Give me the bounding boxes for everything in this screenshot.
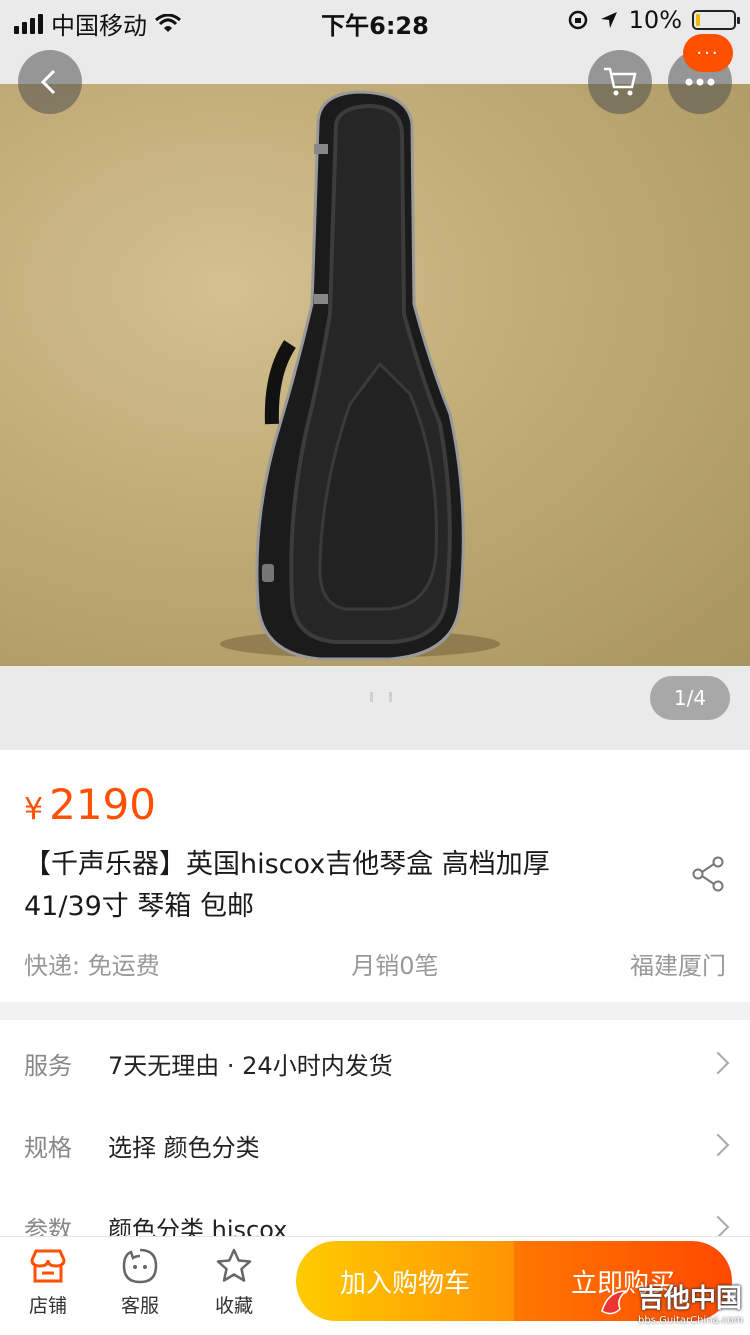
- option-params[interactable]: 参数 颜色分类 hiscox: [0, 1186, 750, 1240]
- service-icon: [122, 1248, 158, 1284]
- shop-label: 店铺: [28, 1295, 67, 1317]
- favorite-tab[interactable]: 收藏: [194, 1243, 274, 1329]
- back-button[interactable]: [18, 50, 82, 114]
- shop-tab[interactable]: 店铺: [8, 1243, 88, 1329]
- rotation-lock-icon: [568, 10, 587, 30]
- location-icon: [600, 12, 617, 28]
- option-spec[interactable]: 规格 选择 颜色分类: [0, 1104, 750, 1186]
- back-icon: [40, 69, 56, 95]
- chevron-right-icon: [706, 1133, 730, 1157]
- battery-percent: 10%: [628, 6, 682, 34]
- option-key: 服务: [24, 1051, 72, 1080]
- product-gallery[interactable]: 1/4: [0, 0, 750, 750]
- battery-icon: [692, 10, 740, 30]
- watermark-url: bbs.GuitarChina.com: [638, 1315, 744, 1326]
- shipping-info: 快递: 免运费: [24, 952, 160, 980]
- monthly-sales: 月销0笔: [351, 952, 439, 980]
- options-panel: 服务 7天无理由 · 24小时内发货 规格 选择 颜色分类 参数 颜色分类 hi…: [0, 1020, 750, 1240]
- price-value: 2190: [49, 780, 156, 829]
- option-value: 7天无理由 · 24小时内发货: [108, 1051, 393, 1080]
- option-value: 选择 颜色分类: [108, 1133, 260, 1162]
- favorite-label: 收藏: [214, 1295, 253, 1317]
- status-bar: 中国移动 下午6:28 10%: [0, 0, 750, 40]
- product-meta: 快递: 免运费 月销0笔 福建厦门: [24, 946, 726, 981]
- cart-button[interactable]: [588, 50, 652, 114]
- price: ¥2190: [24, 780, 156, 829]
- product-photo[interactable]: [0, 84, 750, 666]
- share-icon[interactable]: [690, 854, 726, 894]
- option-service[interactable]: 服务 7天无理由 · 24小时内发货: [0, 1022, 750, 1104]
- add-to-cart-button[interactable]: 加入购物车: [296, 1241, 514, 1321]
- star-icon: [216, 1248, 252, 1282]
- currency-symbol: ¥: [24, 792, 44, 827]
- chevron-right-icon: [706, 1051, 730, 1075]
- more-icon: [685, 78, 715, 86]
- guitar-case-image: [220, 90, 500, 661]
- watermark-logo-icon: [601, 1290, 629, 1315]
- watermark: 吉他中国 bbs.GuitarChina.com: [598, 1278, 743, 1326]
- image-counter: 1/4: [650, 676, 730, 720]
- service-label: 客服: [120, 1295, 159, 1317]
- chevron-right-icon: [706, 1215, 730, 1239]
- service-tab[interactable]: 客服: [100, 1243, 180, 1329]
- option-key: 规格: [24, 1133, 72, 1162]
- product-info: ¥2190 【千声乐器】英国hiscox吉他琴盒 高档加厚41/39寸 琴箱 包…: [0, 750, 750, 1002]
- ship-location: 福建厦门: [630, 952, 726, 980]
- carousel-dots: [370, 692, 392, 702]
- watermark-title: 吉他中国: [638, 1284, 743, 1314]
- shop-icon: [30, 1249, 66, 1283]
- product-title: 【千声乐器】英国hiscox吉他琴盒 高档加厚41/39寸 琴箱 包邮: [24, 849, 550, 922]
- cart-icon: [604, 67, 637, 96]
